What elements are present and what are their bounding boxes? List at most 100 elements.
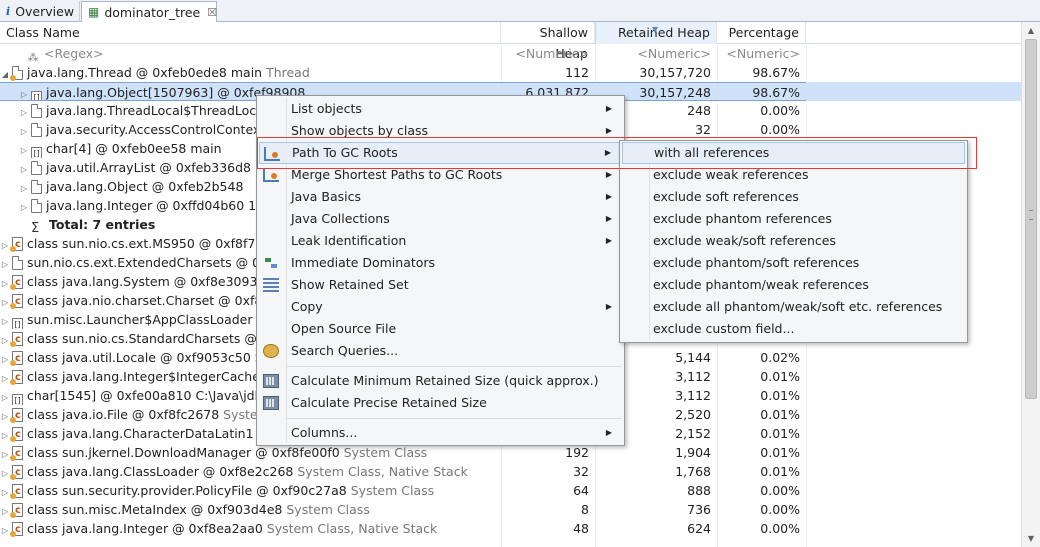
filter-row[interactable]: ⁂ <Regex> <Numeric> <Numeric> <Numeric>: [0, 44, 1021, 63]
percentage-cell: 0.00%: [760, 103, 800, 118]
submenu-item-exclude-weak-soft-references[interactable]: exclude weak/soft references: [622, 230, 965, 252]
expand-toggle-icon[interactable]: ▷: [0, 483, 10, 500]
menu-item-calculate-precise-retained-size[interactable]: Calculate Precise Retained Size: [259, 392, 622, 414]
class-icon: [10, 444, 23, 462]
submenu-item-exclude-custom-field[interactable]: exclude custom field...: [622, 318, 965, 340]
object-label: class java.util.Locale @ 0xf9053c50: [27, 350, 255, 365]
menu-item-immediate-dominators[interactable]: Immediate Dominators: [259, 252, 622, 274]
menu-item-show-retained-set[interactable]: Show Retained Set: [259, 274, 622, 296]
expand-toggle-icon[interactable]: ▷: [19, 103, 29, 120]
table-row[interactable]: ▷ class sun.misc.MetaIndex @ 0xf903d4e8 S…: [0, 500, 1021, 519]
table-row[interactable]: ◢ java.lang.Thread @ 0xfeb0ede8 main Thre…: [0, 63, 1021, 82]
expand-toggle-icon[interactable]: ▷: [19, 198, 29, 215]
close-icon[interactable]: ☒: [207, 6, 217, 19]
menu-item-label: Columns...: [291, 425, 358, 440]
object-label: char[4] @ 0xfeb0ee58 main: [46, 141, 222, 156]
expand-toggle-icon[interactable]: ▷: [0, 331, 10, 348]
expand-toggle-icon[interactable]: ▷: [19, 122, 29, 139]
column-header-retained-heap[interactable]: ▼ Retained Heap: [595, 22, 717, 44]
expand-toggle-icon[interactable]: ▷: [0, 502, 10, 519]
expand-toggle-icon[interactable]: ▷: [0, 426, 10, 443]
object-label: java.lang.Thread @ 0xfeb0ede8 main: [27, 65, 267, 80]
menu-item-copy[interactable]: Copy ▶: [259, 296, 622, 318]
scroll-down-arrow-icon[interactable]: ▼: [1022, 530, 1040, 547]
shallow-heap-cell: 48: [573, 521, 589, 536]
scrollbar-thumb[interactable]: [1025, 39, 1037, 399]
column-header-label: Retained Heap: [617, 25, 710, 40]
percentage-cell: 0.00%: [760, 502, 800, 517]
object-label: class java.lang.CharacterDataLatin1 @: [27, 426, 271, 441]
menu-item-list-objects[interactable]: List objects ▶: [259, 98, 622, 120]
retained-heap-cell: 30,157,720: [639, 65, 711, 80]
submenu-item-exclude-phantom-references[interactable]: exclude phantom references: [622, 208, 965, 230]
expand-toggle-icon[interactable]: ▷: [0, 445, 10, 462]
expand-toggle-icon[interactable]: ▷: [0, 236, 10, 253]
vertical-scrollbar[interactable]: ▲ ▼: [1021, 22, 1040, 547]
object-label: class java.lang.ClassLoader @ 0xf8e2c268: [27, 464, 298, 479]
column-header-class-name[interactable]: Class Name: [0, 22, 501, 44]
expand-toggle-icon[interactable]: ◢: [0, 65, 10, 82]
percentage-filter[interactable]: <Numeric>: [717, 44, 806, 63]
expand-toggle-icon[interactable]: ▷: [0, 464, 10, 481]
tab-overview[interactable]: i Overview: [0, 1, 80, 22]
class-icon: [10, 273, 23, 291]
expand-toggle-icon[interactable]: ▷: [0, 350, 10, 367]
retained-filter[interactable]: <Numeric>: [595, 44, 717, 63]
shallow-filter[interactable]: <Numeric>: [501, 44, 595, 63]
column-header-shallow-heap[interactable]: Shallow Heap: [501, 22, 595, 61]
submenu-item-exclude-all-phantom-weak-soft-etc-references[interactable]: exclude all phantom/weak/soft etc. refer…: [622, 296, 965, 318]
expand-toggle-icon[interactable]: ▷: [0, 407, 10, 424]
expand-toggle-icon[interactable]: ▷: [0, 255, 10, 272]
retained-heap-cell: 1,768: [675, 464, 711, 479]
submenu-item-label: exclude phantom/soft references: [653, 255, 860, 270]
object-icon: [31, 199, 42, 213]
object-label: char[1545] @ 0xfe00a810 C:\Java\jdk: [27, 388, 262, 403]
class-icon: [10, 292, 23, 310]
class-name-filter[interactable]: ⁂ <Regex>: [0, 44, 501, 63]
menu-item-search-queries[interactable]: Search Queries...: [259, 340, 622, 362]
expand-toggle-icon[interactable]: ▷: [19, 141, 29, 158]
info-icon: i: [6, 5, 11, 18]
expand-toggle-icon[interactable]: ▷: [0, 388, 10, 405]
percentage-cell: 0.00%: [760, 521, 800, 536]
expand-toggle-icon[interactable]: ▷: [0, 293, 10, 310]
scroll-up-arrow-icon[interactable]: ▲: [1022, 22, 1040, 39]
tab-dominator-tree[interactable]: ▦ dominator_tree ☒: [81, 1, 217, 23]
shallow-heap-cell: 32: [573, 464, 589, 479]
percentage-cell: 0.01%: [760, 426, 800, 441]
retained-heap-cell: 736: [687, 502, 711, 517]
expand-toggle-icon[interactable]: ▷: [0, 274, 10, 291]
menu-item-leak-identification[interactable]: Leak Identification ▶: [259, 230, 622, 252]
class-name-cell: ▷ class java.lang.Integer @ 0xf8ea2aa0 Sy…: [0, 519, 501, 538]
table-row[interactable]: ▷ class java.lang.Integer @ 0xf8ea2aa0 Sy…: [0, 519, 1021, 538]
menu-item-label: Show objects by class: [291, 123, 429, 138]
tab-label: dominator_tree: [104, 4, 201, 20]
shallow-heap-cell: 112: [565, 65, 589, 80]
expand-toggle-icon[interactable]: ▷: [19, 85, 29, 100]
menu-item-java-basics[interactable]: Java Basics ▶: [259, 186, 622, 208]
table-row[interactable]: ▷ class java.lang.ClassLoader @ 0xf8e2c26…: [0, 462, 1021, 481]
menu-item-calculate-minimum-retained-size-quick-approx[interactable]: Calculate Minimum Retained Size (quick a…: [259, 370, 622, 392]
object-label: class java.lang.Integer @ 0xf8ea2aa0: [27, 521, 267, 536]
dom-icon: [263, 256, 279, 270]
menu-item-label: Immediate Dominators: [291, 255, 436, 270]
expand-toggle-icon[interactable]: ▷: [0, 312, 10, 329]
expand-toggle-icon[interactable]: ▷: [0, 369, 10, 386]
menu-item-java-collections[interactable]: Java Collections ▶: [259, 208, 622, 230]
submenu-item-label: exclude soft references: [653, 189, 799, 204]
expand-toggle-icon[interactable]: ▷: [19, 160, 29, 177]
submenu-item-exclude-phantom-soft-references[interactable]: exclude phantom/soft references: [622, 252, 965, 274]
column-header-percentage[interactable]: Percentage: [717, 22, 806, 44]
menu-item-columns[interactable]: Columns... ▶: [259, 422, 622, 444]
submenu-item-label: exclude phantom/weak references: [653, 277, 869, 292]
menu-item-label: Copy: [291, 299, 323, 314]
tree-icon: ▦: [88, 5, 100, 19]
expand-toggle-icon[interactable]: ▷: [0, 521, 10, 538]
menu-item-open-source-file[interactable]: Open Source File: [259, 318, 622, 340]
expand-toggle-icon[interactable]: ▷: [19, 179, 29, 196]
object-icon: [31, 104, 42, 118]
submenu-item-exclude-phantom-weak-references[interactable]: exclude phantom/weak references: [622, 274, 965, 296]
percentage-cell: 0.02%: [760, 350, 800, 365]
table-row[interactable]: ▷ class sun.security.provider.PolicyFile …: [0, 481, 1021, 500]
submenu-item-exclude-soft-references[interactable]: exclude soft references: [622, 186, 965, 208]
